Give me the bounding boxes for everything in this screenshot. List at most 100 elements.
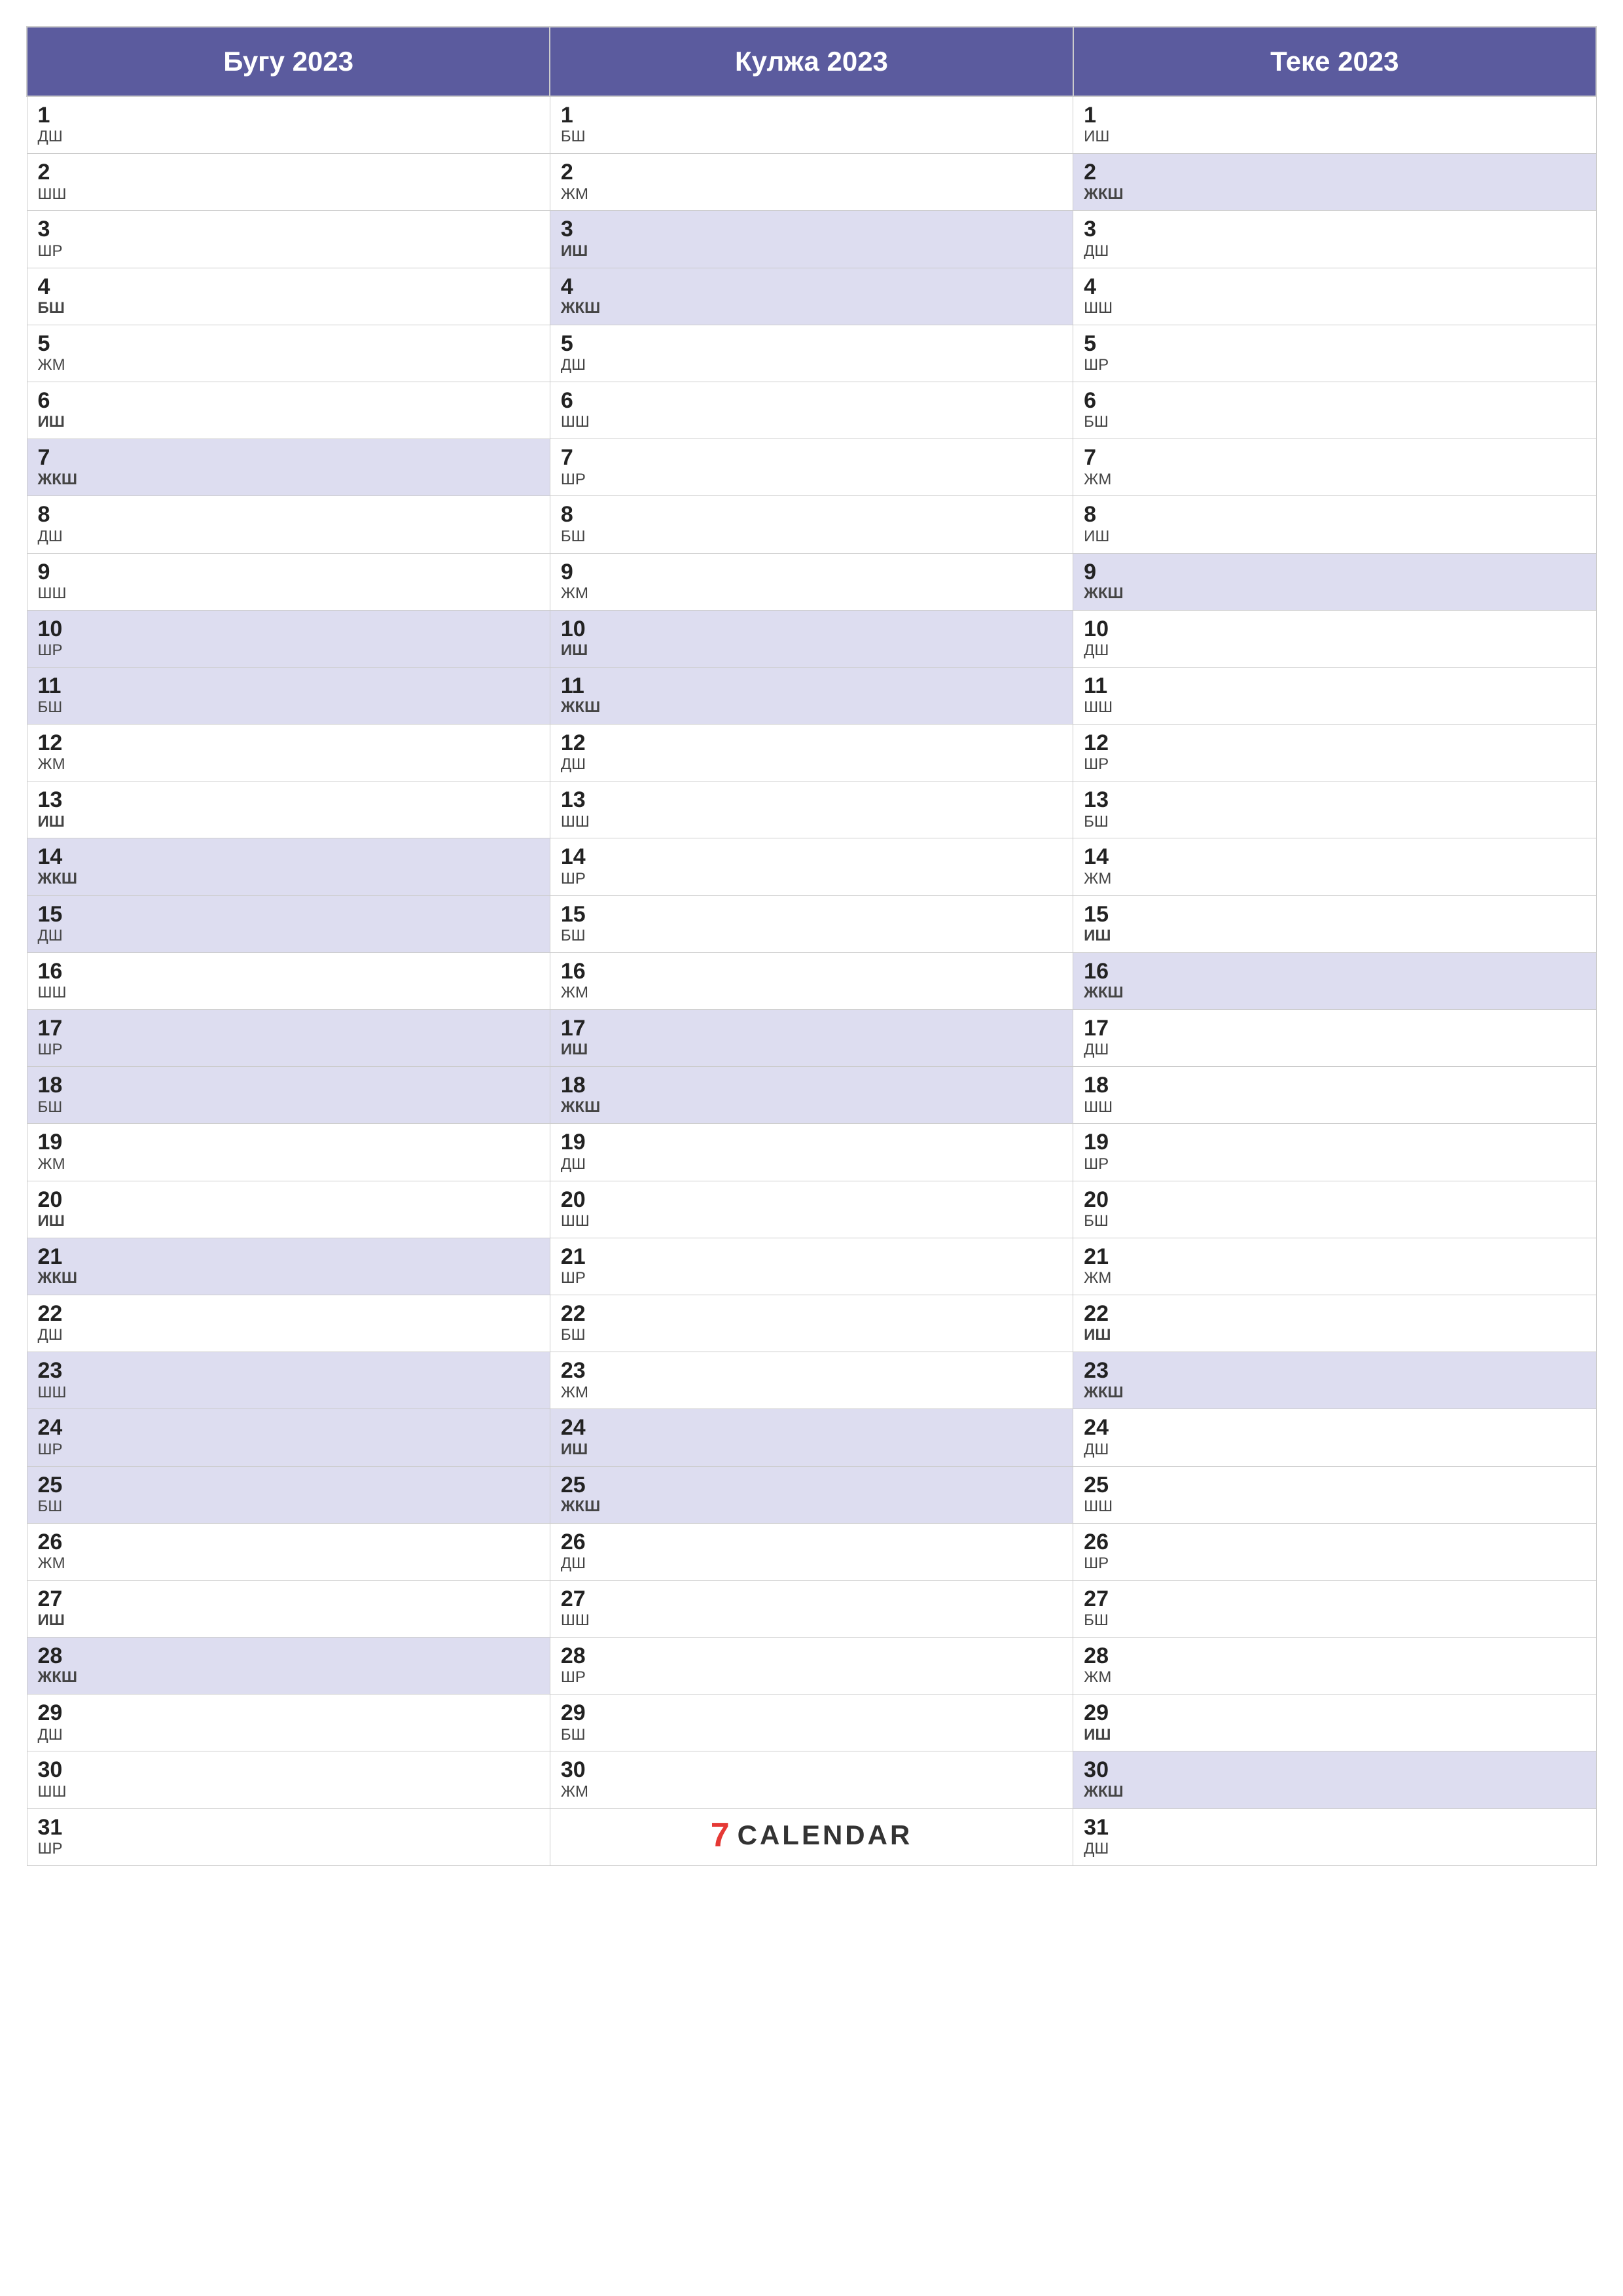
day-number: 25 [38,1473,539,1498]
day-number: 8 [561,503,1062,527]
table-row: 30ШШ30ЖМ30ЖКШ [27,1751,1596,1808]
table-row: 25БШ25ЖКШ25ШШ [27,1466,1596,1523]
day-label: ЖМ [561,984,1062,1003]
cell-24-3: 24ДШ [1073,1409,1596,1466]
day-label: ИШ [1084,1326,1585,1345]
col-header-2: Кулжа 2023 [550,27,1073,96]
day-number: 25 [1084,1473,1585,1498]
day-number: 4 [561,275,1062,299]
cell-28-3: 28ЖМ [1073,1638,1596,1695]
table-row: 10ШР10ИШ10ДШ [27,610,1596,667]
table-row: 6ИШ6ШШ6БШ [27,382,1596,439]
day-number: 20 [38,1188,539,1212]
day-number: 22 [38,1302,539,1326]
day-label: ЖКШ [1084,185,1585,204]
table-row: 14ЖКШ14ШР14ЖМ [27,838,1596,895]
day-label: ШР [561,1668,1062,1687]
cell-22-1: 22ДШ [27,1295,550,1352]
logo-text: CALENDAR [738,1820,913,1851]
cell-14-2: 14ШР [550,838,1073,895]
table-row: 7ЖКШ7ШР7ЖМ [27,439,1596,496]
cell-8-1: 8ДШ [27,496,550,553]
day-label: ДШ [1084,1441,1585,1460]
day-label: БШ [38,1498,539,1516]
day-label: БШ [38,1098,539,1117]
cell-27-2: 27ШШ [550,1580,1073,1637]
cell-10-1: 10ШР [27,610,550,667]
day-number: 26 [1084,1530,1585,1554]
cell-16-3: 16ЖКШ [1073,952,1596,1009]
cell-21-1: 21ЖКШ [27,1238,550,1295]
cell-4-2: 4ЖКШ [550,268,1073,325]
day-number: 18 [1084,1073,1585,1098]
day-label: ИШ [1084,927,1585,946]
day-number: 5 [561,332,1062,356]
day-number: 29 [38,1701,539,1725]
day-label: ШР [1084,1155,1585,1174]
day-label: ДШ [38,1726,539,1745]
table-row: 20ИШ20ШШ20БШ [27,1181,1596,1238]
day-number: 1 [38,103,539,128]
day-number: 28 [38,1644,539,1668]
cell-16-2: 16ЖМ [550,952,1073,1009]
day-number: 24 [1084,1416,1585,1440]
day-number: 14 [1084,845,1585,869]
cell-6-2: 6ШШ [550,382,1073,439]
day-number: 22 [561,1302,1062,1326]
cell-18-3: 18ШШ [1073,1067,1596,1124]
day-label: ШШ [561,813,1062,832]
cell-15-2: 15БШ [550,895,1073,952]
day-label: ЖМ [38,356,539,375]
day-number: 21 [1084,1245,1585,1269]
day-number: 1 [561,103,1062,128]
table-row: 28ЖКШ28ШР28ЖМ [27,1638,1596,1695]
day-number: 16 [38,960,539,984]
table-row: 15ДШ15БШ15ИШ [27,895,1596,952]
day-label: ДШ [38,128,539,147]
day-label: ИШ [561,242,1062,261]
cell-31-2: 7 CALENDAR [550,1808,1073,1865]
day-label: ШШ [561,1212,1062,1231]
day-number: 9 [561,560,1062,584]
day-number: 6 [1084,389,1585,413]
cell-7-3: 7ЖМ [1073,439,1596,496]
day-label: БШ [561,927,1062,946]
day-number: 14 [561,845,1062,869]
table-row: 11БШ11ЖКШ11ШШ [27,667,1596,724]
table-row: 8ДШ8БШ8ИШ [27,496,1596,553]
table-row: 13ИШ13ШШ13БШ [27,781,1596,838]
day-label: БШ [561,1726,1062,1745]
day-label: ЖМ [1084,471,1585,490]
day-label: ЖМ [561,1783,1062,1802]
cell-27-1: 27ИШ [27,1580,550,1637]
day-number: 26 [38,1530,539,1554]
day-label: ЖМ [38,1554,539,1573]
day-label: ИШ [1084,128,1585,147]
cell-12-1: 12ЖМ [27,725,550,781]
day-number: 29 [1084,1701,1585,1725]
day-number: 17 [561,1016,1062,1041]
day-label: ШШ [38,1783,539,1802]
day-number: 27 [38,1587,539,1611]
day-label: БШ [1084,1212,1585,1231]
cell-25-1: 25БШ [27,1466,550,1523]
day-number: 28 [1084,1644,1585,1668]
day-label: ЖКШ [1084,1783,1585,1802]
cell-30-2: 30ЖМ [550,1751,1073,1808]
table-row: 29ДШ29БШ29ИШ [27,1695,1596,1751]
cell-29-2: 29БШ [550,1695,1073,1751]
cell-22-2: 22БШ [550,1295,1073,1352]
day-label: ШР [561,870,1062,889]
day-label: ДШ [1084,242,1585,261]
day-label: ДШ [561,1554,1062,1573]
cell-22-3: 22ИШ [1073,1295,1596,1352]
day-label: ШШ [38,584,539,603]
day-label: ШР [38,1041,539,1060]
day-number: 27 [561,1587,1062,1611]
day-label: ШР [561,471,1062,490]
cell-9-1: 9ШШ [27,553,550,610]
calendar-table: Бугу 2023 Кулжа 2023 Теке 2023 1ДШ1БШ1ИШ… [26,26,1597,1866]
table-row: 23ШШ23ЖМ23ЖКШ [27,1352,1596,1409]
day-label: ИШ [38,1212,539,1231]
day-label: ШР [38,1840,539,1859]
